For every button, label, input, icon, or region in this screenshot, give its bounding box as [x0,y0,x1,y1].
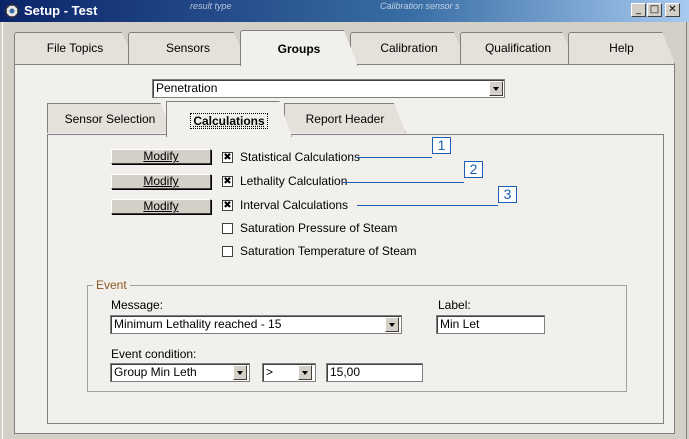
tab-groups[interactable]: Groups [240,30,358,66]
event-group-label: Event [93,278,130,292]
statistical-checkbox[interactable]: ✖ [222,152,233,163]
condition-field-value: Group Min Leth [114,365,197,379]
interval-checkbox[interactable]: ✖ [222,200,233,211]
modify-interval-button[interactable]: Modify [111,199,211,214]
condition-value-field[interactable]: 15,00 [326,363,423,382]
tab-sensors[interactable]: Sensors [128,32,248,64]
minimize-icon: _ [636,4,641,15]
maximize-icon: □ [649,4,660,15]
message-dropdown-button[interactable] [385,317,399,332]
condition-operator-value: > [266,365,274,379]
label-field[interactable]: Min Let [436,315,545,334]
group-select-dropdown-button[interactable] [489,81,503,96]
maximize-button[interactable]: □ [647,3,662,17]
callout-line-3 [357,205,498,206]
callout-line-2 [343,182,464,183]
title-bar[interactable]: Setup - Test result type Calibration sen… [0,0,689,22]
saturation-pressure-checkbox[interactable] [222,223,233,234]
tab-calculations-label: Calculations [190,113,268,129]
condition-field-dropdown-button[interactable] [233,365,247,380]
condition-operator-dropdown-button[interactable] [298,365,312,380]
group-select[interactable]: Penetration [152,79,505,98]
background-text: result type [190,1,232,11]
saturation-temperature-checkbox[interactable] [222,246,233,257]
minimize-button[interactable]: _ [631,3,646,17]
callout-1: 1 [432,137,451,154]
saturation-temperature-label: Saturation Temperature of Steam [240,244,417,258]
modify-statistical-button[interactable]: Modify [111,149,211,164]
saturation-pressure-label: Saturation Pressure of Steam [240,221,398,235]
lethality-checkbox[interactable]: ✖ [222,176,233,187]
callout-2: 2 [464,161,483,178]
close-icon: ✕ [668,4,677,15]
tab-calibration[interactable]: Calibration [350,32,468,64]
background-text: Calibration sensor s [380,1,460,11]
tab-sensor-selection[interactable]: Sensor Selection [47,103,173,133]
callout-line-1 [356,157,432,158]
tab-qualification[interactable]: Qualification [460,32,576,64]
close-button[interactable]: ✕ [665,3,680,17]
interval-label: Interval Calculations [240,198,349,212]
message-label: Message: [111,298,164,312]
condition-field-select[interactable]: Group Min Leth [110,363,250,382]
message-select-value: Minimum Lethality reached - 15 [114,317,282,331]
statistical-label: Statistical Calculations [240,150,361,164]
label-label: Label: [438,298,471,312]
tab-report-header[interactable]: Report Header [284,103,406,133]
modify-lethality-button[interactable]: Modify [111,174,211,189]
message-select[interactable]: Minimum Lethality reached - 15 [110,315,402,334]
lethality-label: Lethality Calculation [240,174,348,188]
tab-calculations[interactable]: Calculations [166,101,292,137]
group-select-value: Penetration [156,81,218,95]
tab-help[interactable]: Help [568,32,675,64]
app-gear-icon [4,3,20,19]
tab-file-topics[interactable]: File Topics [14,32,136,64]
window-title: Setup - Test [24,3,98,18]
event-condition-label: Event condition: [111,347,197,361]
callout-3: 3 [498,186,517,203]
